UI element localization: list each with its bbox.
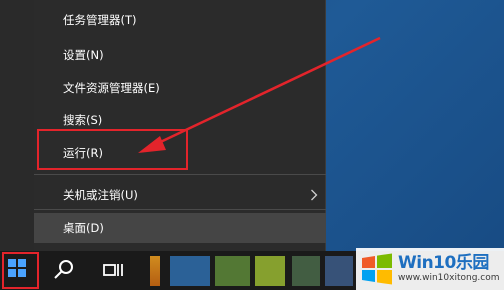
taskbar-app-icon[interactable] [150,256,160,286]
menu-separator [34,174,326,175]
menu-item-task-manager[interactable]: 任务管理器(T) [34,5,326,35]
menu-item-settings[interactable]: 设置(N) [34,40,326,70]
taskbar-app-icon[interactable] [255,256,285,286]
menu-item-label: 任务管理器(T) [63,13,137,27]
taskbar-app-icon[interactable] [325,256,353,286]
watermark-logo: Win10乐园 www.win10xitong.com [356,248,504,290]
watermark-brand: Win10乐园 [398,253,489,273]
menu-item-label: 桌面(D) [63,221,104,235]
menu-separator [34,209,326,210]
windows-logo-icon [362,253,392,285]
menu-item-shutdown[interactable]: 关机或注销(U) [34,180,326,210]
start-button-highlight [2,252,39,289]
start-context-menu: 任务管理器(T) 设置(N) 文件资源管理器(E) 搜索(S) 运行(R) 关机… [34,0,326,251]
menu-item-label: 关机或注销(U) [63,188,138,202]
taskbar-app-icon[interactable] [170,256,210,286]
watermark-url: www.win10xitong.com [398,273,500,283]
menu-left-rail [0,0,34,251]
menu-item-file-explorer[interactable]: 文件资源管理器(E) [34,73,326,103]
search-icon[interactable] [52,258,76,282]
chevron-right-icon [311,189,318,201]
menu-item-label: 搜索(S) [63,113,103,127]
menu-item-label: 文件资源管理器(E) [63,81,160,95]
run-highlight-box [37,129,188,170]
task-view-icon[interactable] [101,258,125,282]
taskbar-app-icon[interactable] [215,256,250,286]
taskbar-app-icon[interactable] [292,256,320,286]
menu-item-label: 设置(N) [63,48,104,62]
menu-item-desktop[interactable]: 桌面(D) [34,213,326,243]
